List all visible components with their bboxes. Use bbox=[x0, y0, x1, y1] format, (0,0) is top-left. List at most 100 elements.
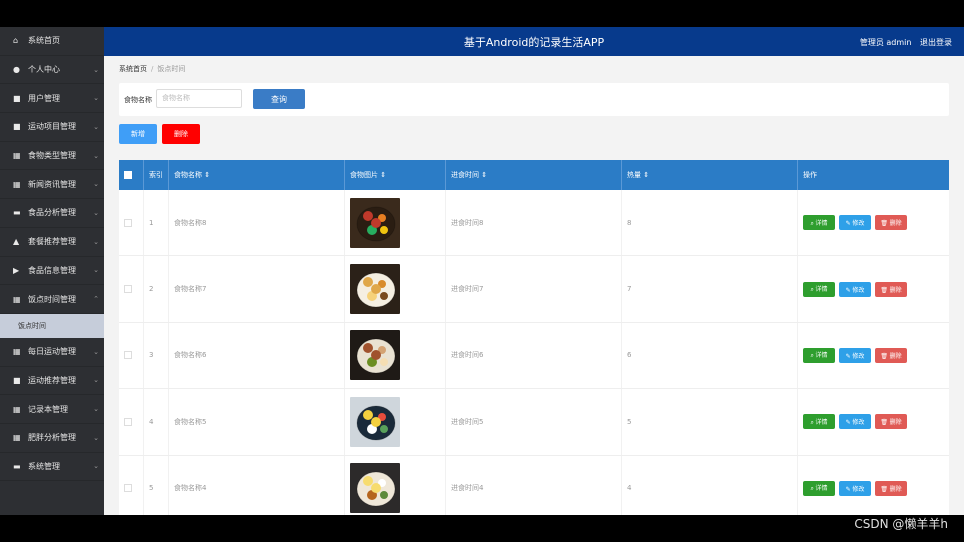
delete-button[interactable]: 🗑 删除 bbox=[875, 281, 907, 297]
sidebar-item[interactable]: ⌂ 系统首页 bbox=[0, 27, 104, 56]
row-eat-time: 进食时间4 bbox=[446, 455, 622, 515]
breadcrumb: 系统首页 / 饭点时间 bbox=[119, 64, 185, 74]
search-label: 食物名称 bbox=[124, 96, 152, 104]
table-row: 5 食物名称4 进食时间4 4 ⌕ 详情 ✎ 修改 🗑 删除 bbox=[119, 455, 949, 515]
food-image bbox=[350, 264, 400, 315]
sidebar-item-label: 运动项目管理 bbox=[28, 122, 76, 132]
row-actions: ⌕ 详情 ✎ 修改 🗑 删除 bbox=[798, 323, 949, 388]
sidebar-item[interactable]: ▬ 食品分析管理 ⌄ bbox=[0, 199, 104, 228]
query-button[interactable]: 查询 bbox=[253, 89, 305, 109]
sidebar-item-label: 食物类型管理 bbox=[28, 151, 76, 161]
sidebar-item[interactable]: ▲ 套餐推荐管理 ⌄ bbox=[0, 228, 104, 257]
sidebar-item[interactable]: ■ 运动项目管理 ⌄ bbox=[0, 113, 104, 142]
sidebar-item-label: 每日运动管理 bbox=[28, 347, 76, 357]
row-calories: 7 bbox=[622, 256, 798, 322]
row-select-cell[interactable] bbox=[119, 322, 144, 389]
search-input[interactable] bbox=[156, 89, 242, 108]
row-select-cell[interactable] bbox=[119, 190, 144, 256]
sidebar-subitem-active[interactable]: 饭点时间 bbox=[0, 313, 104, 338]
sidebar-item-label: 食品分析管理 bbox=[28, 208, 76, 218]
sidebar-item-label: 套餐推荐管理 bbox=[28, 237, 76, 247]
sidebar-item-label: 用户管理 bbox=[28, 93, 60, 103]
table-row: 2 食物名称7 进食时间7 7 ⌕ 详情 ✎ 修改 🗑 删除 bbox=[119, 256, 949, 323]
row-calories: 6 bbox=[622, 322, 798, 389]
row-food-image bbox=[345, 190, 446, 256]
header-food-name[interactable]: 食物名称 ⇕ bbox=[169, 160, 345, 190]
chevron-icon: ⌄ bbox=[93, 237, 99, 246]
clipboard-icon: ■ bbox=[13, 122, 21, 132]
breadcrumb-home[interactable]: 系统首页 bbox=[119, 65, 147, 73]
row-select-cell[interactable] bbox=[119, 455, 144, 515]
chevron-icon: ⌄ bbox=[93, 376, 99, 385]
detail-button[interactable]: ⌕ 详情 bbox=[803, 480, 835, 496]
sidebar-item[interactable]: ▦ 饭点时间管理 ⌃ bbox=[0, 285, 104, 314]
detail-button[interactable]: ⌕ 详情 bbox=[803, 347, 835, 363]
sidebar-item[interactable]: ▦ 新闻资讯管理 ⌄ bbox=[0, 170, 104, 200]
clipboard-icon: ■ bbox=[13, 375, 21, 385]
sidebar-item[interactable]: ▦ 肥胖分析管理 ⌄ bbox=[0, 424, 104, 453]
header-food-image[interactable]: 食物图片 ⇕ bbox=[345, 160, 446, 190]
chevron-icon: ⌄ bbox=[93, 151, 99, 160]
row-select-cell[interactable] bbox=[119, 256, 144, 322]
edit-button[interactable]: ✎ 修改 bbox=[839, 215, 871, 231]
row-select-cell[interactable] bbox=[119, 389, 144, 455]
header-calories[interactable]: 热量 ⇕ bbox=[622, 160, 798, 190]
sidebar-item[interactable]: ▦ 每日运动管理 ⌄ bbox=[0, 338, 104, 367]
sidebar-item-label: 饭点时间管理 bbox=[28, 294, 76, 304]
delete-button[interactable]: 🗑 删除 bbox=[875, 480, 907, 496]
grid-icon: ▦ bbox=[13, 404, 21, 414]
row-calories: 4 bbox=[622, 455, 798, 515]
row-checkbox[interactable] bbox=[124, 351, 132, 360]
sidebar-item[interactable]: ▦ 记录本管理 ⌄ bbox=[0, 395, 104, 424]
edit-button[interactable]: ✎ 修改 bbox=[839, 414, 871, 430]
row-checkbox[interactable] bbox=[124, 484, 132, 493]
sidebar-item[interactable]: ■ 运动推荐管理 ⌄ bbox=[0, 367, 104, 396]
sidebar-item[interactable]: ▶ 食品信息管理 ⌄ bbox=[0, 257, 104, 286]
add-button[interactable]: 新增 bbox=[119, 124, 157, 144]
row-actions: ⌕ 详情 ✎ 修改 🗑 删除 bbox=[798, 190, 949, 255]
watermark: CSDN @懒羊羊h bbox=[854, 517, 948, 531]
select-all-checkbox[interactable] bbox=[124, 171, 132, 179]
detail-button[interactable]: ⌕ 详情 bbox=[803, 281, 835, 297]
users-icon: ■ bbox=[13, 93, 21, 103]
edit-button[interactable]: ✎ 修改 bbox=[839, 347, 871, 363]
home-icon: ⌂ bbox=[13, 36, 19, 46]
app-frame: ⌂ 系统首页 ● 个人中心 ⌄ ■ 用户管理 ⌄ ■ 运动项目管理 ⌄ ▦ 食物类型管理 ⌄ ▦ 新闻资讯管理… bbox=[0, 27, 964, 515]
sidebar-item[interactable]: ● 个人中心 ⌄ bbox=[0, 56, 104, 85]
header-eat-time[interactable]: 进食时间 ⇕ bbox=[446, 160, 622, 190]
row-food-image bbox=[345, 389, 446, 455]
chevron-icon: ⌄ bbox=[93, 347, 99, 356]
delete-button[interactable]: 🗑 删除 bbox=[875, 414, 907, 430]
app-title: 基于Android的记录生活APP bbox=[463, 36, 605, 49]
chevron-icon: ⌄ bbox=[93, 462, 99, 471]
main-content: 系统首页 /饭点时间 食物名称 查询 新增 删除 索引 食物名称 ⇕ 食物图片 ⇕… bbox=[104, 56, 964, 515]
sidebar-item[interactable]: ■ 用户管理 ⌄ bbox=[0, 84, 104, 114]
row-food-name: 食物名称5 bbox=[169, 389, 345, 455]
logout-link[interactable]: 退出登录 bbox=[920, 38, 952, 47]
header-select-all[interactable] bbox=[119, 160, 144, 190]
sidebar-item[interactable]: ▬ 系统管理 ⌄ bbox=[0, 453, 104, 482]
food-image bbox=[350, 463, 400, 514]
row-checkbox[interactable] bbox=[124, 218, 132, 227]
thumb-icon: ▲ bbox=[13, 237, 20, 247]
sidebar-item[interactable]: ▦ 食物类型管理 ⌄ bbox=[0, 142, 104, 171]
delete-button[interactable]: 🗑 删除 bbox=[875, 347, 907, 363]
detail-button[interactable]: ⌕ 详情 bbox=[803, 414, 835, 430]
sidebar-item-label: 记录本管理 bbox=[28, 404, 68, 414]
row-checkbox[interactable] bbox=[124, 285, 132, 294]
edit-button[interactable]: ✎ 修改 bbox=[839, 480, 871, 496]
user-area: 管理员 admin 退出登录 bbox=[854, 37, 952, 48]
detail-button[interactable]: ⌕ 详情 bbox=[803, 215, 835, 231]
chevron-icon: ⌃ bbox=[93, 295, 99, 304]
row-checkbox[interactable] bbox=[124, 417, 132, 426]
monitor-icon: ▬ bbox=[13, 461, 21, 471]
grid-icon: ▦ bbox=[13, 294, 21, 304]
delete-button[interactable]: 🗑 删除 bbox=[875, 215, 907, 231]
table-icon: ▦ bbox=[13, 347, 21, 357]
row-actions: ⌕ 详情 ✎ 修改 🗑 删除 bbox=[798, 389, 949, 454]
row-index: 2 bbox=[144, 256, 169, 322]
batch-delete-button[interactable]: 删除 bbox=[162, 124, 200, 144]
grid-icon: ▦ bbox=[13, 179, 21, 189]
edit-button[interactable]: ✎ 修改 bbox=[839, 281, 871, 297]
row-eat-time: 进食时间7 bbox=[446, 256, 622, 322]
